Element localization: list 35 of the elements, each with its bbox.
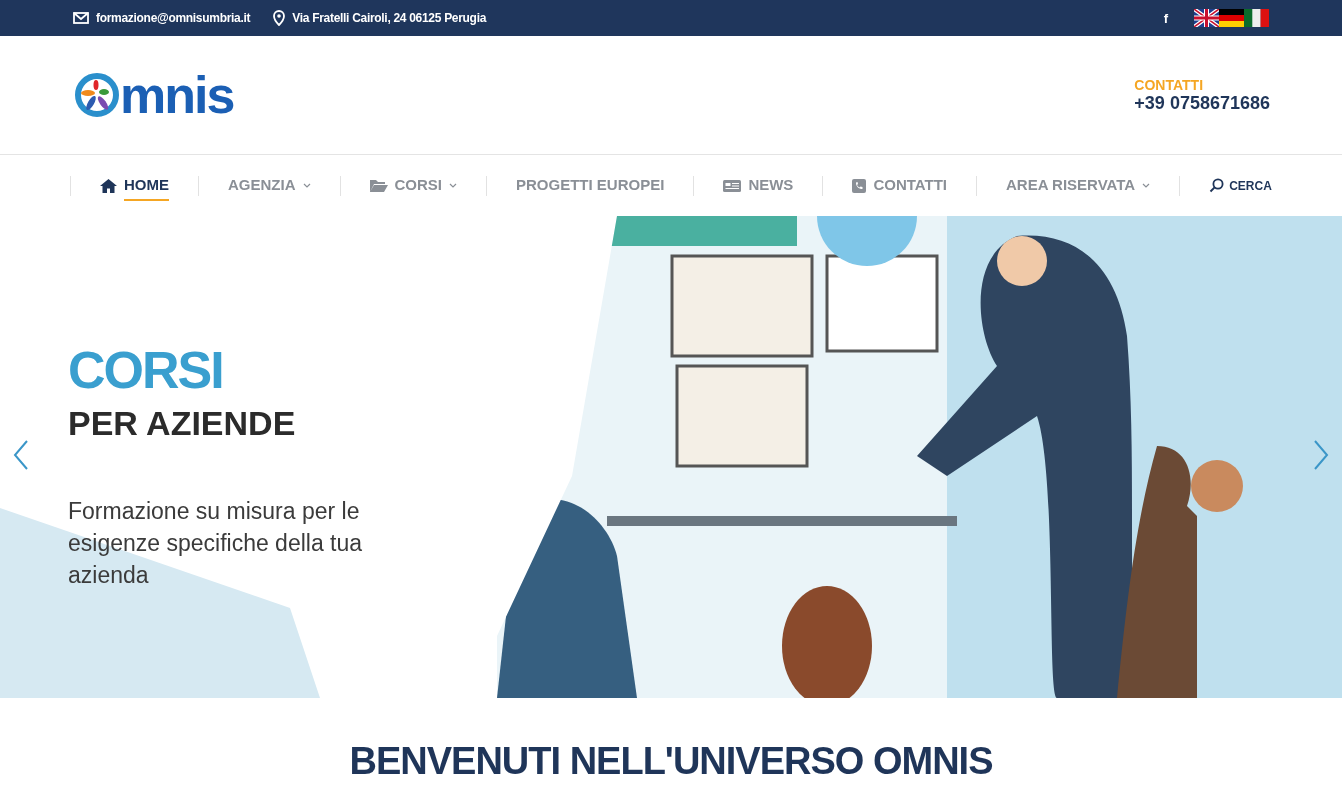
logo-icon[interactable]: [74, 72, 120, 118]
contact-label: CONTATTI: [1134, 76, 1205, 93]
chevron-left-icon: [13, 440, 29, 470]
uk-flag-icon[interactable]: [1194, 9, 1219, 27]
chevron-down-icon: [1142, 183, 1151, 188]
previous-slide-arrow[interactable]: [13, 440, 29, 470]
facebook-link[interactable]: f: [1163, 10, 1168, 26]
italy-flag-icon[interactable]: [1244, 9, 1269, 27]
nav-item[interactable]: AREA RISERVATA: [1005, 170, 1151, 201]
hero-description: Formazione su misura per le esigenze specifiche della tua azienda: [68, 497, 364, 590]
phone-number: +39 0758671686: [1134, 92, 1270, 114]
nav-item[interactable]: CORSI: [369, 170, 457, 201]
search-icon: [1209, 178, 1225, 193]
newspaper-icon: [723, 179, 742, 192]
search-button[interactable]: CERCA: [1209, 178, 1272, 193]
nav-item[interactable]: CONTATTI: [852, 170, 947, 201]
chevron-down-icon: [449, 183, 457, 188]
location-pin-icon: [273, 10, 286, 26]
address-text: Via Fratelli Cairoli, 24 06125 Perugia: [292, 11, 487, 25]
nav-item[interactable]: PROGETTI EUROPEI: [516, 170, 665, 201]
nav-item[interactable]: AGENZIA: [228, 170, 311, 201]
home-icon: [100, 178, 117, 193]
hero-subtitle: PER AZIENDE: [68, 404, 297, 443]
chevron-right-icon: [1313, 440, 1329, 470]
logo-text[interactable]: mnis: [120, 69, 234, 121]
mail-icon: [73, 12, 89, 24]
germany-flag-icon[interactable]: [1219, 9, 1244, 27]
folder-icon: [369, 179, 388, 192]
email-link[interactable]: formazione@omnisumbria.it: [96, 11, 251, 25]
nav-item[interactable]: NEWS: [723, 170, 794, 201]
welcome-heading: BENVENUTI NELL'UNIVERSO OMNIS: [348, 740, 994, 783]
nav-item[interactable]: HOME: [100, 170, 169, 201]
hero-title: CORSI: [68, 344, 224, 396]
chevron-down-icon: [302, 183, 311, 188]
phone-icon: [852, 178, 867, 193]
